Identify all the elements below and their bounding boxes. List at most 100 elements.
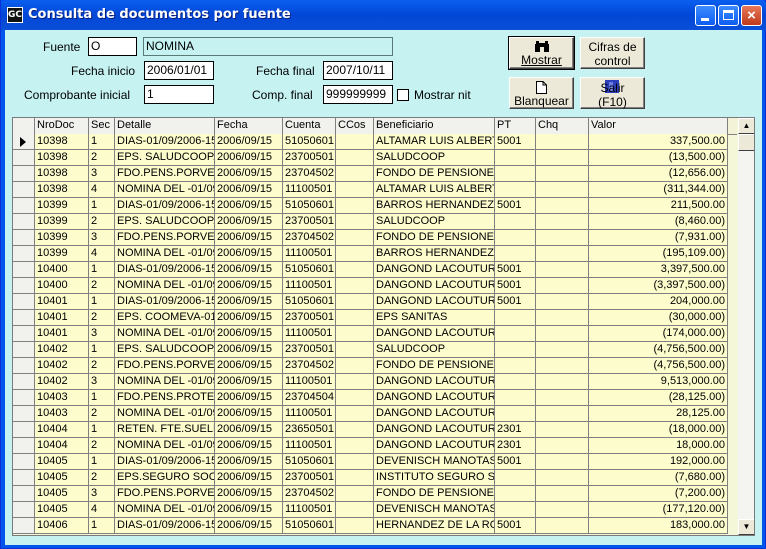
column-header-nrodoc[interactable]: NroDoc (35, 118, 89, 134)
scroll-down-arrow-icon[interactable]: ▼ (738, 519, 754, 535)
table-row[interactable]: 10398 2 EPS. SALUDCOOP.-0 2006/09/15 2370050… (13, 150, 737, 166)
row-selector[interactable] (13, 150, 35, 166)
table-row[interactable]: 10402 1 EPS. SALUDCOOP.-0 2006/09/15 2370050… (13, 342, 737, 358)
row-selector[interactable] (13, 406, 35, 422)
mostrar-button[interactable]: Mostrar (508, 36, 575, 70)
column-header-valor[interactable]: Valor (589, 118, 728, 134)
maximize-button[interactable] (718, 5, 739, 26)
row-selector[interactable] (13, 342, 35, 358)
table-cell-chq (536, 406, 589, 422)
row-selector[interactable] (13, 246, 35, 262)
row-selector[interactable] (13, 518, 35, 534)
table-cell-sec: 2 (89, 214, 115, 230)
current-row-pointer-icon[interactable] (13, 134, 35, 150)
comprobante-inicial-input[interactable]: 1 (144, 85, 214, 104)
fuente-label: Fuente (43, 40, 81, 54)
row-selector[interactable] (13, 422, 35, 438)
table-row[interactable]: 10402 3 NOMINA DEL -01/09 2006/09/15 1110050… (13, 374, 737, 390)
column-header-ccos[interactable]: CCos (336, 118, 374, 134)
fuente-input[interactable]: O (88, 37, 137, 56)
row-selector[interactable] (13, 214, 35, 230)
salir-button[interactable]: Salir (F10) (580, 77, 645, 109)
row-selector[interactable] (13, 454, 35, 470)
table-row[interactable]: 104052EPS.SEGURO SOCIA2006/09/1523700501… (13, 470, 737, 486)
column-header-pt[interactable]: PT (495, 118, 536, 134)
table-row[interactable]: 10398 1 DIAS-01/09/2006-15 2006/09/15 510506… (13, 134, 737, 150)
table-cell-pt: 5001 (495, 278, 536, 294)
table-row[interactable]: 10398 4 NOMINA DEL -01/09 2006/09/15 1110050… (13, 182, 737, 198)
table-row[interactable]: 10405 4 NOMINA DEL -01/09 2006/09/15 1110050… (13, 502, 737, 518)
row-selector[interactable] (13, 486, 35, 502)
table-cell-sec: 2 (89, 358, 115, 374)
column-header-chq[interactable]: Chq (536, 118, 589, 134)
table-row[interactable]: 104041RETEN. FTE.SUELDO2006/09/152365050… (13, 422, 737, 438)
table-row[interactable]: 10403 1 FDO.PENS.PROTEC. 2006/09/15 23704504… (13, 390, 737, 406)
column-header-cuenta[interactable]: Cuenta (283, 118, 336, 134)
table-cell-nrodoc: 10398 (35, 150, 89, 166)
table-row[interactable]: 10399 2 EPS. SALUDCOOP.-0 2006/09/15 2370050… (13, 214, 737, 230)
row-selector[interactable] (13, 166, 35, 182)
table-row[interactable]: 10400 2 NOMINA DEL -01/09 2006/09/15 1110050… (13, 278, 737, 294)
table-row[interactable]: 10404 2 NOMINA DEL -01/09 2006/09/15 1110050… (13, 438, 737, 454)
table-row[interactable]: 10406 1 DIAS-01/09/2006-15 2006/09/15 510506… (13, 518, 737, 534)
vertical-scrollbar[interactable]: ▲ ▼ (738, 118, 754, 535)
table-cell-nrodoc: 10404 (35, 438, 89, 454)
row-selector[interactable] (13, 374, 35, 390)
table-row[interactable]: 10405 1 DIAS-01/09/2006-15 2006/09/15 510506… (13, 454, 737, 470)
app-logo-icon[interactable]: GC (7, 7, 23, 23)
table-cell-chq (536, 438, 589, 454)
table-row[interactable]: 10401 1 DIAS-01/09/2006-15 2006/09/15 510506… (13, 294, 737, 310)
row-selector[interactable] (13, 198, 35, 214)
table-cell-fecha: 2006/09/15 (215, 438, 283, 454)
row-selector[interactable] (13, 262, 35, 278)
row-selector[interactable] (13, 470, 35, 486)
table-row[interactable]: 10402 2 FDO.PENS.PORVENI 2006/09/15 23704502… (13, 358, 737, 374)
table-cell-detalle: NOMINA DEL -01/09 (115, 502, 215, 518)
row-selector[interactable] (13, 278, 35, 294)
table-row[interactable]: 10401 3 NOMINA DEL -01/09 2006/09/15 1110050… (13, 326, 737, 342)
minimize-button[interactable] (695, 5, 716, 26)
row-selector[interactable] (13, 310, 35, 326)
documents-table[interactable]: NroDoc Sec Detalle Fecha Cuenta CCos Beneficia… (12, 117, 755, 536)
column-header-fecha[interactable]: Fecha (215, 118, 283, 134)
form-area: Fuente O NOMINA Fecha inicio 2006/01/01 … (5, 30, 762, 545)
table-cell-beneficiario: HERNANDEZ DE LA ROSA (374, 518, 495, 534)
table-row[interactable]: 10399 4 NOMINA DEL -01/09 2006/09/15 1110050… (13, 246, 737, 262)
column-header-detalle[interactable]: Detalle (115, 118, 215, 134)
table-row[interactable]: 10400 1 DIAS-01/09/2006-15 2006/09/15 510506… (13, 262, 737, 278)
row-selector[interactable] (13, 294, 35, 310)
fecha-final-input[interactable]: 2007/10/11 (323, 61, 393, 80)
mostrar-nit-checkbox[interactable] (397, 89, 409, 101)
row-selector[interactable] (13, 230, 35, 246)
scroll-up-arrow-icon[interactable]: ▲ (738, 118, 754, 134)
comp-final-input[interactable]: 999999999 (323, 85, 393, 104)
table-cell-nrodoc: 10400 (35, 278, 89, 294)
table-row[interactable]: 10399 1 DIAS-01/09/2006-15 2006/09/15 510506… (13, 198, 737, 214)
cifras-de-control-button[interactable]: Cifras de control (580, 37, 645, 69)
table-cell-detalle: EPS. SALUDCOOP.-0 (115, 214, 215, 230)
table-cell-pt: 5001 (495, 262, 536, 278)
row-selector[interactable] (13, 358, 35, 374)
salir-label-line1: Salir (600, 81, 625, 95)
table-cell-valor: 192,000.00 (589, 454, 728, 470)
table-cell-chq (536, 374, 589, 390)
blanquear-button[interactable]: Blanquear (509, 77, 574, 109)
row-selector[interactable] (13, 390, 35, 406)
row-selector[interactable] (13, 502, 35, 518)
row-selector[interactable] (13, 182, 35, 198)
table-cell-beneficiario: DEVENISCH MANOTAS M (374, 502, 495, 518)
table-row[interactable]: 10405 3 FDO.PENS.PORVENI 2006/09/15 23704502… (13, 486, 737, 502)
fecha-inicio-input[interactable]: 2006/01/01 (144, 61, 214, 80)
table-row[interactable]: 10398 3 FDO.PENS.PORVENI 2006/09/15 23704502… (13, 166, 737, 182)
table-row[interactable]: 10403 2 NOMINA DEL -01/09 2006/09/15 1110050… (13, 406, 737, 422)
title-bar[interactable]: GC Consulta de documentos por fuente × (1, 0, 766, 30)
row-selector[interactable] (13, 438, 35, 454)
table-cell-valor: (195,109.00) (589, 246, 728, 262)
column-header-beneficiario[interactable]: Beneficiario (374, 118, 495, 134)
scroll-thumb[interactable] (738, 134, 754, 151)
table-row[interactable]: 10401 2 EPS. COOMEVA-01/0 2006/09/15 2370050… (13, 310, 737, 326)
row-selector[interactable] (13, 326, 35, 342)
table-row[interactable]: 10399 3 FDO.PENS.PORVENI 2006/09/15 23704502… (13, 230, 737, 246)
column-header-sec[interactable]: Sec (89, 118, 115, 134)
close-button[interactable]: × (741, 5, 762, 26)
